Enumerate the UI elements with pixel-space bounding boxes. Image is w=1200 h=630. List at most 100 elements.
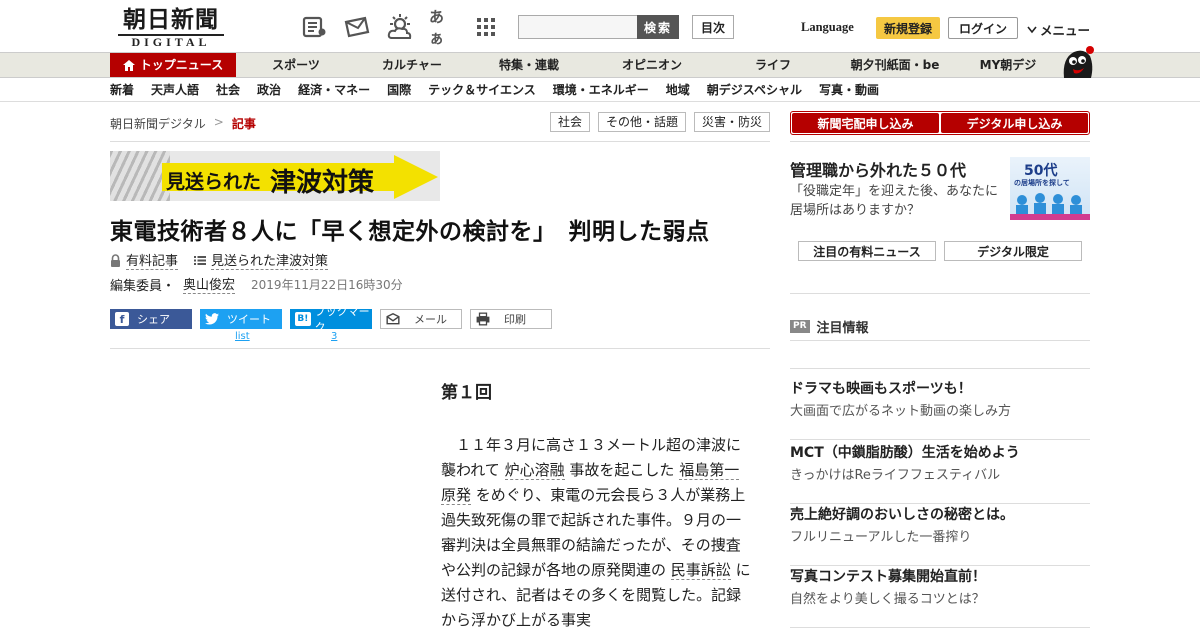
newspaper-icon[interactable] — [300, 14, 328, 40]
promo-image[interactable]: 50代 の居場所を探して — [1010, 157, 1090, 220]
divider — [790, 141, 1090, 142]
paid-article-label: 有料記事 — [126, 250, 179, 270]
subnav-item[interactable]: 朝デジスペシャル — [707, 78, 802, 102]
nav-item-sports[interactable]: スポーツ — [236, 53, 356, 77]
nav-item-opinion[interactable]: オピニオン — [590, 53, 714, 77]
site-logo[interactable]: 朝日新聞 DIGITAL — [112, 6, 230, 49]
subnav-item[interactable]: テック＆サイエンス — [428, 78, 536, 102]
breadcrumb-root[interactable]: 朝日新聞デジタル — [110, 115, 206, 132]
menu-button[interactable]: メニュー — [1027, 20, 1090, 39]
divider — [790, 368, 1090, 369]
printer-icon — [476, 312, 490, 326]
toc-button[interactable]: 目次 — [692, 15, 734, 39]
apps-grid-icon[interactable] — [472, 14, 500, 40]
nav-item-label: トップニュース — [139, 58, 224, 72]
section-heading: 第１回 — [441, 383, 492, 403]
category-tag[interactable]: 社会 — [549, 112, 590, 132]
mascot-icon[interactable] — [1060, 44, 1094, 80]
language-link[interactable]: Language — [801, 20, 854, 35]
facebook-share-label: シェア — [137, 313, 170, 326]
print-label: 印刷 — [504, 313, 526, 326]
pr-item-desc: 自然をより美しく撮るコツとは？ — [790, 592, 985, 607]
subnav-item[interactable]: 国際 — [387, 78, 411, 102]
promo-title[interactable]: 管理職から外れた５０代 — [790, 157, 966, 181]
print-button[interactable]: 印刷 — [470, 309, 552, 329]
promo-image-subtitle: の居場所を探して — [1014, 179, 1070, 187]
arrow-right-icon — [394, 155, 438, 199]
weather-icon[interactable] — [386, 14, 414, 40]
category-tag[interactable]: 災害・防災 — [693, 112, 770, 132]
article-meta: 有料記事 見送られた津波対策 — [110, 250, 329, 270]
author-prefix: 編集委員・ — [110, 278, 176, 294]
mail-share-button[interactable]: メール — [380, 309, 462, 329]
subnav-item[interactable]: 経済・マネー — [298, 78, 370, 102]
breadcrumb-current: 記事 — [231, 117, 256, 131]
pr-item-desc: 大画面で広がるネット動画の楽しみ方 — [790, 404, 1012, 419]
facebook-icon: f — [115, 312, 129, 326]
logo-text-jp: 朝日新聞 — [123, 6, 219, 33]
subscribe-box: 新聞宅配申し込み デジタル申し込み — [790, 111, 1090, 135]
nav-item-life[interactable]: ライフ — [714, 53, 832, 77]
header-icon-bar: あぁ — [300, 8, 500, 47]
byline: 編集委員・ 奥山俊宏 2019年11月22日16時30分 — [110, 274, 403, 294]
series-link[interactable]: 見送られた津波対策 — [194, 250, 329, 270]
home-icon — [122, 59, 135, 71]
register-button[interactable]: 新規登録 — [876, 17, 940, 39]
subscribe-digital-button[interactable]: デジタル申し込み — [941, 113, 1088, 133]
hatena-count[interactable]: 3 — [331, 331, 337, 342]
subnav-item[interactable]: 天声人語 — [151, 78, 199, 102]
divider — [110, 348, 770, 349]
subscribe-paper-button[interactable]: 新聞宅配申し込み — [792, 113, 939, 133]
nav-item-culture[interactable]: カルチャー — [356, 53, 468, 77]
series-banner[interactable]: 見送られた 津波対策 — [110, 151, 440, 201]
envelope-icon — [386, 312, 400, 325]
nav-item-features[interactable]: 特集・連載 — [468, 53, 590, 77]
menu-label: メニュー — [1040, 23, 1091, 38]
tab-digital-only[interactable]: デジタル限定 — [944, 241, 1082, 261]
nav-item-paper[interactable]: 朝夕刊紙面・be — [832, 53, 958, 77]
pr-item[interactable]: 売上絶好調のおいしさの秘密とは。 フルリニューアルした一番搾り — [790, 504, 1090, 566]
nav-item-my-asahi[interactable]: MY朝デジ — [958, 53, 1058, 77]
twitter-count[interactable]: list — [235, 331, 250, 342]
subnav-item[interactable]: 社会 — [216, 78, 240, 102]
tab-paid-news[interactable]: 注目の有料ニュース — [798, 241, 936, 261]
pr-item-desc: きっかけはReライフフェスティバル — [790, 468, 1001, 483]
subnav-item[interactable]: 新着 — [110, 78, 134, 102]
hatena-bookmark-button[interactable]: B! ブックマーク — [290, 305, 372, 334]
chevron-down-icon — [1027, 26, 1037, 33]
pr-item[interactable]: MCT（中鎖脂肪酸）生活を始めよう きっかけはReライフフェスティバル — [790, 442, 1090, 504]
category-tag[interactable]: その他・話題 — [597, 112, 686, 132]
divider — [790, 340, 1090, 341]
article-headline: 東電技術者８人に「早く想定外の検討を」 判明した弱点 — [110, 219, 710, 245]
twitter-icon — [205, 313, 219, 325]
news-tabs: 注目の有料ニュース デジタル限定 — [798, 241, 1082, 261]
paid-article-badge[interactable]: 有料記事 — [110, 250, 179, 270]
login-button[interactable]: ログイン — [948, 17, 1018, 39]
glossary-link[interactable]: 民事訴訟 — [670, 561, 731, 580]
divider — [110, 141, 770, 142]
banner-text-small: 見送られた — [166, 171, 262, 193]
glossary-link[interactable]: 炉心溶融 — [504, 461, 565, 480]
search-button[interactable]: 検索 — [637, 15, 679, 39]
hatena-icon: B! — [295, 312, 311, 326]
pr-item[interactable]: ドラマも映画もスポーツも！ 大画面で広がるネット動画の楽しみ方 — [790, 378, 1090, 440]
subnav-item[interactable]: 写真・動画 — [819, 78, 879, 102]
pr-item[interactable]: 写真コンテスト募集開始直前！ 自然をより美しく撮るコツとは？ — [790, 566, 1090, 628]
subnav-item[interactable]: 環境・エネルギー — [553, 78, 649, 102]
promo-image-heading: 50代 — [1024, 163, 1058, 179]
author-name[interactable]: 奥山俊宏 — [183, 274, 236, 294]
subnav-item[interactable]: 政治 — [257, 78, 281, 102]
pr-badge: PR — [790, 320, 810, 333]
facebook-share-button[interactable]: f シェア — [110, 309, 192, 329]
top-header: 朝日新聞 DIGITAL あぁ 検索 目次 Language 新規登録 ログイン… — [0, 0, 1200, 52]
category-tags: 社会 その他・話題 災害・防災 — [549, 112, 770, 132]
subnav-item[interactable]: 地域 — [666, 78, 690, 102]
font-size-icon[interactable]: あぁ — [429, 8, 457, 47]
search-input[interactable] — [518, 15, 638, 39]
pr-heading: 注目情報 — [816, 321, 869, 336]
nav-item-top-news[interactable]: トップニュース — [110, 53, 236, 77]
mail-icon[interactable] — [343, 14, 371, 40]
twitter-share-button[interactable]: ツイート — [200, 309, 282, 329]
pr-item-title: ドラマも映画もスポーツも！ — [790, 381, 972, 397]
sub-nav: 新着 天声人語 社会 政治 経済・マネー 国際 テック＆サイエンス 環境・エネル… — [0, 78, 1200, 102]
